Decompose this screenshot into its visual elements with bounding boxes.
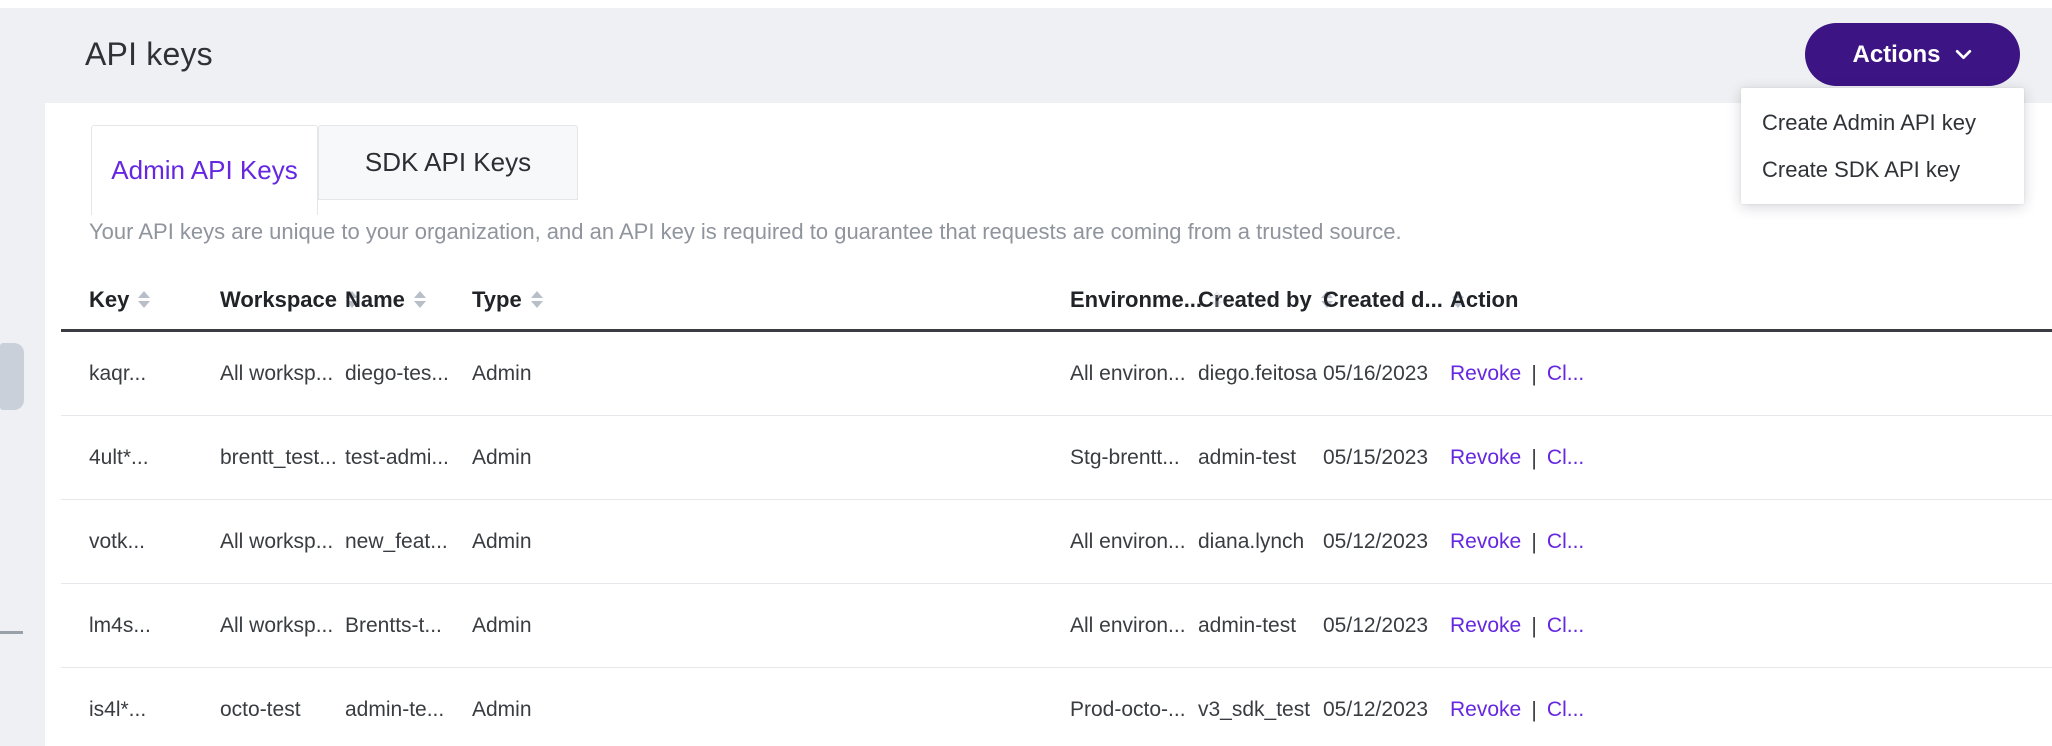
sort-icon[interactable] xyxy=(1211,291,1223,308)
cell-key: is4l*... xyxy=(89,698,220,722)
cell-environment: All environ... xyxy=(1070,614,1198,638)
top-strip xyxy=(0,0,2052,8)
api-keys-page: API keys Actions Create Admin API key Cr… xyxy=(0,0,2052,746)
action-separator: | xyxy=(1531,613,1537,639)
column-header-name[interactable]: Name xyxy=(345,287,472,313)
table-description: Your API keys are unique to your organiz… xyxy=(89,218,1402,246)
cell-created_by: v3_sdk_test xyxy=(1198,698,1323,722)
cell-created_by: diego.feitosa xyxy=(1198,362,1323,386)
cell-created_date: 05/12/2023 xyxy=(1323,614,1450,638)
action-separator: | xyxy=(1531,529,1537,555)
table-row: kaqr...All worksp...diego-tes...AdminAll… xyxy=(61,332,2052,416)
action-separator: | xyxy=(1531,445,1537,471)
column-label: Created d... xyxy=(1323,287,1443,313)
action-separator: | xyxy=(1531,361,1537,387)
cell-workspace: All worksp... xyxy=(220,614,345,638)
cell-workspace: All worksp... xyxy=(220,362,345,386)
cell-action: Revoke | Cl... xyxy=(1450,613,2052,639)
actions-button-label: Actions xyxy=(1852,41,1940,69)
cell-key: kaqr... xyxy=(89,362,220,386)
clone-link[interactable]: Cl... xyxy=(1547,530,1584,554)
cell-key: 4ult*... xyxy=(89,446,220,470)
page-title: API keys xyxy=(85,36,213,72)
sort-icon[interactable] xyxy=(414,291,426,308)
tab-admin-api-keys[interactable]: Admin API Keys xyxy=(91,125,318,215)
cell-action: Revoke | Cl... xyxy=(1450,529,2052,555)
column-header-action: Action xyxy=(1450,287,2052,313)
column-label: Key xyxy=(89,287,129,313)
scrollbar-thumb[interactable] xyxy=(0,343,24,410)
cell-environment: Stg-brentt... xyxy=(1070,446,1198,470)
column-label: Environme... xyxy=(1070,287,1202,313)
cell-name: admin-te... xyxy=(345,698,472,722)
cell-created_by: admin-test xyxy=(1198,446,1323,470)
cell-action: Revoke | Cl... xyxy=(1450,697,2052,723)
table-row: 4ult*...brentt_test...test-admi...AdminS… xyxy=(61,416,2052,500)
tab-sdk-api-keys[interactable]: SDK API Keys xyxy=(318,125,578,200)
sort-icon[interactable] xyxy=(138,291,150,308)
clone-link[interactable]: Cl... xyxy=(1547,446,1584,470)
cell-workspace: All worksp... xyxy=(220,530,345,554)
cell-name: new_feat... xyxy=(345,530,472,554)
cell-type: Admin xyxy=(472,446,1070,470)
cell-name: test-admi... xyxy=(345,446,472,470)
table-body: kaqr...All worksp...diego-tes...AdminAll… xyxy=(61,332,2052,746)
resize-handle[interactable] xyxy=(0,631,23,634)
left-rail xyxy=(0,103,45,746)
cell-type: Admin xyxy=(472,698,1070,722)
cell-key: votk... xyxy=(89,530,220,554)
cell-environment: All environ... xyxy=(1070,530,1198,554)
cell-action: Revoke | Cl... xyxy=(1450,361,2052,387)
clone-link[interactable]: Cl... xyxy=(1547,698,1584,722)
menu-item-create-sdk-api-key[interactable]: Create SDK API key xyxy=(1741,146,2024,193)
cell-created_date: 05/12/2023 xyxy=(1323,698,1450,722)
cell-type: Admin xyxy=(472,530,1070,554)
cell-action: Revoke | Cl... xyxy=(1450,445,2052,471)
action-separator: | xyxy=(1531,697,1537,723)
api-keys-table: Key Workspace Name Type Environme... Created … xyxy=(61,270,2052,746)
cell-type: Admin xyxy=(472,614,1070,638)
column-header-workspace[interactable]: Workspace xyxy=(220,287,345,313)
revoke-link[interactable]: Revoke xyxy=(1450,446,1521,470)
column-label: Name xyxy=(345,287,405,313)
revoke-link[interactable]: Revoke xyxy=(1450,362,1521,386)
actions-dropdown-menu: Create Admin API key Create SDK API key xyxy=(1741,88,2024,204)
cell-workspace: brentt_test... xyxy=(220,446,345,470)
cell-workspace: octo-test xyxy=(220,698,345,722)
cell-type: Admin xyxy=(472,362,1070,386)
revoke-link[interactable]: Revoke xyxy=(1450,614,1521,638)
clone-link[interactable]: Cl... xyxy=(1547,362,1584,386)
column-label: Type xyxy=(472,287,522,313)
cell-environment: All environ... xyxy=(1070,362,1198,386)
clone-link[interactable]: Cl... xyxy=(1547,614,1584,638)
sort-icon[interactable] xyxy=(531,291,543,308)
column-header-type[interactable]: Type xyxy=(472,287,1070,313)
column-label: Workspace xyxy=(220,287,337,313)
cell-environment: Prod-octo-... xyxy=(1070,698,1198,722)
revoke-link[interactable]: Revoke xyxy=(1450,698,1521,722)
table-row: lm4s...All worksp...Brentts-t...AdminAll… xyxy=(61,584,2052,668)
cell-created_by: admin-test xyxy=(1198,614,1323,638)
actions-button[interactable]: Actions xyxy=(1805,23,2020,86)
cell-name: Brentts-t... xyxy=(345,614,472,638)
table-header-row: Key Workspace Name Type Environme... Created … xyxy=(61,270,2052,332)
cell-created_date: 05/15/2023 xyxy=(1323,446,1450,470)
column-header-created_date[interactable]: Created d... xyxy=(1323,287,1450,313)
table-row: is4l*...octo-testadmin-te...AdminProd-oc… xyxy=(61,668,2052,746)
cell-created_date: 05/12/2023 xyxy=(1323,530,1450,554)
revoke-link[interactable]: Revoke xyxy=(1450,530,1521,554)
cell-created_by: diana.lynch xyxy=(1198,530,1323,554)
menu-item-create-admin-api-key[interactable]: Create Admin API key xyxy=(1741,99,2024,146)
column-header-key[interactable]: Key xyxy=(89,287,220,313)
column-header-environment[interactable]: Environme... xyxy=(1070,287,1198,313)
table-row: votk...All worksp...new_feat...AdminAll … xyxy=(61,500,2052,584)
cell-created_date: 05/16/2023 xyxy=(1323,362,1450,386)
cell-key: lm4s... xyxy=(89,614,220,638)
chevron-down-icon xyxy=(1954,45,1973,64)
column-label: Action xyxy=(1450,287,1518,313)
cell-name: diego-tes... xyxy=(345,362,472,386)
